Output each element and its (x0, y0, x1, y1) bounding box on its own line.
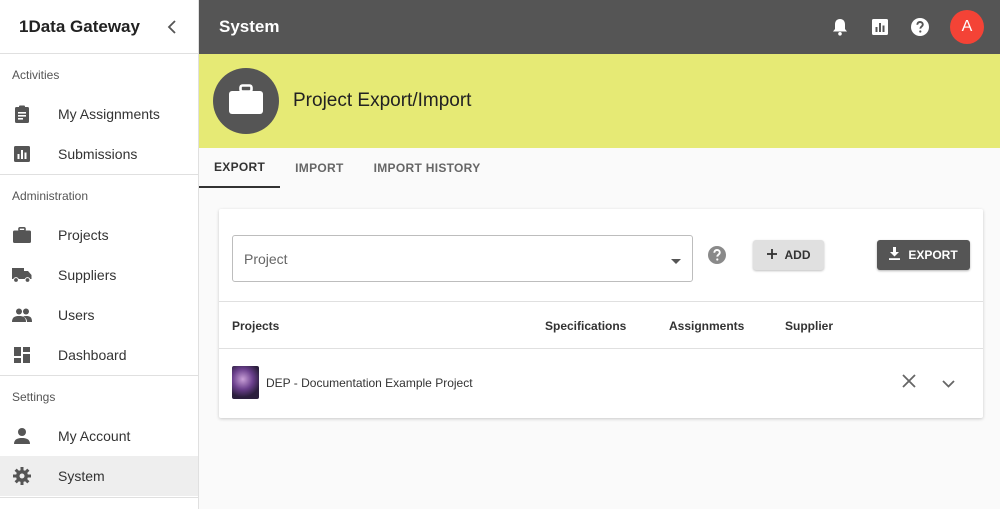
tab-bar: EXPORT IMPORT IMPORT HISTORY (199, 148, 1000, 188)
section-settings: Settings (12, 390, 56, 404)
page-banner: Project Export/Import (199, 54, 1000, 148)
column-header-supplier: Supplier (785, 319, 834, 333)
close-icon[interactable] (902, 374, 918, 390)
sidebar-header: 1Data Gateway (0, 0, 198, 54)
project-select[interactable]: Project (232, 235, 693, 282)
briefcase-icon (229, 83, 263, 119)
banner-icon-circle (213, 68, 279, 134)
chevron-down-icon[interactable] (942, 375, 958, 391)
sidebar-item-system[interactable]: System (0, 456, 198, 496)
sidebar-item-label: Submissions (58, 146, 138, 162)
person-icon (12, 426, 32, 446)
add-button[interactable]: ADD (753, 240, 824, 270)
export-button-label: EXPORT (908, 248, 958, 262)
tab-export[interactable]: EXPORT (199, 148, 281, 188)
sidebar-item-projects[interactable]: Projects (0, 215, 198, 255)
help-icon[interactable] (708, 246, 726, 264)
export-button[interactable]: EXPORT (877, 240, 970, 270)
sidebar-item-my-account[interactable]: My Account (0, 416, 198, 456)
project-thumbnail (232, 366, 259, 399)
chart-icon[interactable] (868, 15, 892, 39)
bar-chart-icon (12, 144, 32, 164)
caret-down-icon (671, 251, 681, 267)
column-header-specifications: Specifications (545, 319, 627, 333)
tab-import-history[interactable]: IMPORT HISTORY (359, 148, 496, 188)
truck-icon (12, 265, 32, 285)
export-card: Project ADD EXPORT Projects Specificatio… (219, 209, 983, 418)
sidebar-item-label: Projects (58, 227, 109, 243)
gear-icon (12, 466, 32, 486)
help-icon[interactable] (908, 15, 932, 39)
top-bar: System A (199, 0, 1000, 54)
banner-title: Project Export/Import (293, 90, 472, 111)
chevron-left-icon[interactable] (164, 19, 180, 35)
project-name: DEP - Documentation Example Project (266, 376, 473, 390)
section-administration: Administration (12, 189, 89, 203)
sidebar-item-label: My Assignments (58, 106, 160, 122)
people-icon (12, 305, 32, 325)
sidebar-item-dashboard[interactable]: Dashboard (0, 335, 198, 375)
sidebar-item-label: System (58, 468, 105, 484)
section-activities: Activities (12, 68, 60, 82)
sidebar-item-suppliers[interactable]: Suppliers (0, 255, 198, 295)
sidebar-bottom-divider (0, 497, 198, 498)
clipboard-icon (12, 104, 32, 124)
download-icon (889, 247, 901, 263)
table-header: Projects Specifications Assignments Supp… (219, 301, 983, 349)
add-button-label: ADD (784, 248, 811, 262)
app-title: 1Data Gateway (19, 16, 140, 36)
avatar[interactable]: A (950, 10, 984, 44)
sidebar-item-label: My Account (58, 428, 131, 444)
dashboard-icon (12, 345, 32, 365)
bell-icon[interactable] (828, 15, 852, 39)
column-header-projects: Projects (232, 319, 280, 333)
column-header-assignments: Assignments (669, 319, 745, 333)
project-select-placeholder: Project (244, 250, 288, 267)
table-row: DEP - Documentation Example Project (219, 349, 983, 418)
sidebar: 1Data Gateway Activities My Assignments … (0, 0, 199, 509)
sidebar-item-label: Users (58, 307, 95, 323)
page-title: System (219, 17, 280, 36)
plus-icon (766, 248, 777, 262)
sidebar-item-label: Suppliers (58, 267, 117, 283)
sidebar-item-label: Dashboard (58, 347, 127, 363)
sidebar-item-users[interactable]: Users (0, 295, 198, 335)
sidebar-item-submissions[interactable]: Submissions (0, 134, 198, 174)
tab-import[interactable]: IMPORT (280, 148, 358, 188)
sidebar-item-my-assignments[interactable]: My Assignments (0, 94, 198, 134)
briefcase-icon (12, 225, 32, 245)
